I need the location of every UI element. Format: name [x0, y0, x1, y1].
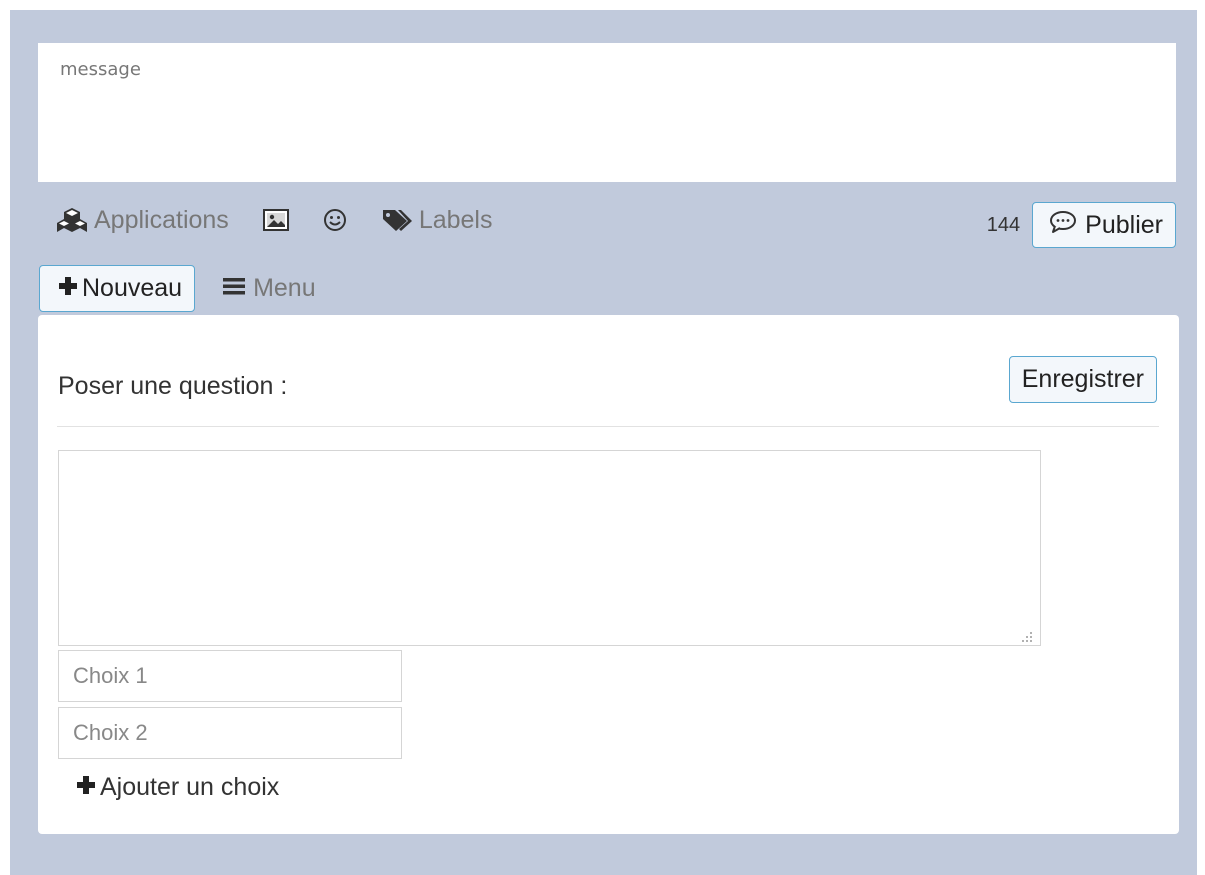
plus-icon: [76, 773, 100, 802]
comment-icon: [1049, 210, 1085, 241]
image-button[interactable]: [262, 209, 289, 231]
cubes-icon: [56, 207, 88, 233]
divider: [57, 426, 1159, 427]
add-choice-label: Ajouter un choix: [100, 773, 280, 801]
add-choice-button[interactable]: Ajouter un choix: [76, 773, 279, 802]
emoji-button[interactable]: [323, 208, 347, 232]
action-tabs: Nouveau Menu: [39, 265, 316, 312]
new-button[interactable]: Nouveau: [39, 265, 196, 312]
plus-icon: [58, 274, 82, 303]
poll-title: Poser une question :: [58, 372, 288, 400]
publish-label: Publier: [1085, 210, 1163, 239]
hamburger-icon: [223, 274, 253, 303]
labels-label: Labels: [418, 205, 493, 234]
image-icon: [262, 209, 289, 231]
save-button[interactable]: Enregistrer: [1008, 356, 1157, 403]
publish-button[interactable]: Publier: [1032, 202, 1176, 248]
labels-button[interactable]: Labels: [381, 205, 493, 235]
choice-1-input[interactable]: [58, 650, 402, 702]
publish-controls: 144 Publier: [987, 202, 1176, 248]
character-count: 144: [986, 213, 1021, 236]
menu-button[interactable]: Menu: [223, 274, 316, 303]
applications-button[interactable]: Applications: [56, 206, 229, 235]
new-label: Nouveau: [82, 274, 183, 302]
menu-label: Menu: [253, 274, 316, 302]
choice-2-input[interactable]: [58, 707, 402, 759]
smiley-icon: [323, 208, 347, 232]
composer-frame: Applications: [10, 10, 1197, 875]
poll-panel: Poser une question : Enregistrer Choix 1…: [38, 315, 1179, 834]
applications-label: Applications: [94, 205, 229, 234]
message-input[interactable]: [38, 43, 1176, 182]
resize-grip-icon[interactable]: [1021, 630, 1033, 642]
question-input[interactable]: [58, 450, 1041, 646]
tag-icon: [381, 208, 413, 232]
composer-toolbar: Applications Labels: [56, 203, 526, 237]
